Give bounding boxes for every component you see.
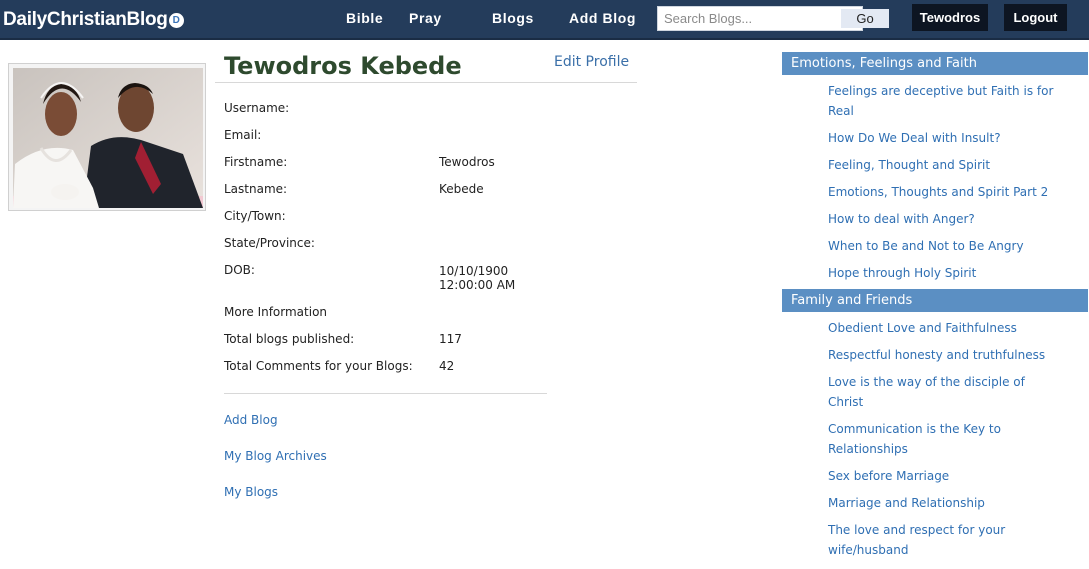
site-logo-text: DailyChristianBlog	[3, 9, 168, 30]
sidebar-post-link[interactable]: Feelings are deceptive but Faith is for …	[828, 81, 1058, 121]
field-lastname-value: Kebede	[439, 182, 484, 196]
sidebar-post-link[interactable]: Love is the way of the disciple of Chris…	[828, 372, 1058, 412]
field-username-label: Username:	[224, 101, 290, 115]
field-lastname-label: Lastname:	[224, 182, 288, 196]
profile-full-name: Tewodros Kebede	[224, 52, 462, 80]
field-total-comments-value: 42	[439, 359, 455, 373]
sidebar-post-link[interactable]: Respectful honesty and truthfulness	[828, 345, 1058, 365]
field-email-label: Email:	[224, 128, 262, 142]
sidebar-post-link[interactable]: Communication is the Key to Relationship…	[828, 419, 1058, 459]
sidebar-post-link[interactable]: How to deal with Anger?	[828, 209, 1058, 229]
sidebar-post-link[interactable]: When to Be and Not to Be Angry	[828, 236, 1058, 256]
field-more-info-label: More Information	[224, 305, 328, 319]
category-header-family[interactable]: Family and Friends	[782, 289, 1088, 312]
nav-pray-link[interactable]: Pray	[409, 10, 442, 26]
field-dob-label: DOB:	[224, 263, 255, 277]
field-city-label: City/Town:	[224, 209, 286, 223]
logout-button[interactable]: Logout	[1004, 4, 1067, 31]
nav-bible-link[interactable]: Bible	[346, 10, 383, 26]
sidebar-post-link[interactable]: Obedient Love and Faithfulness	[828, 318, 1058, 338]
search-bar: Go	[657, 6, 889, 31]
user-account-button[interactable]: Tewodros	[912, 4, 988, 31]
sidebar-post-link[interactable]: Emotions, Thoughts and Spirit Part 2	[828, 182, 1058, 202]
sidebar-post-link[interactable]: Sex before Marriage	[828, 466, 1058, 486]
top-navigation-bar: DailyChristianBlog D Bible Pray Blogs Add…	[0, 0, 1089, 40]
search-go-button[interactable]: Go	[841, 9, 889, 28]
info-divider	[224, 393, 547, 394]
field-total-blogs-label: Total blogs published:	[224, 332, 355, 346]
profile-photo-image	[13, 68, 203, 208]
field-state-label: State/Province:	[224, 236, 315, 250]
sidebar-post-link[interactable]: Hope through Holy Spirit	[828, 263, 1058, 283]
field-total-blogs-value: 117	[439, 332, 462, 346]
sidebar-post-link[interactable]: The love and respect for your wife/husba…	[828, 520, 1058, 560]
field-dob-value: 10/10/1900 12:00:00 AM	[439, 264, 516, 292]
profile-photo	[8, 63, 206, 211]
category-header-emotions[interactable]: Emotions, Feelings and Faith	[782, 52, 1088, 75]
my-blogs-link[interactable]: My Blogs	[224, 485, 278, 499]
name-divider	[215, 82, 637, 83]
nav-blogs-link[interactable]: Blogs	[492, 10, 534, 26]
edit-profile-link[interactable]: Edit Profile	[554, 54, 629, 70]
field-firstname-value: Tewodros	[439, 155, 495, 169]
add-blog-link[interactable]: Add Blog	[224, 413, 278, 427]
search-input[interactable]	[658, 7, 836, 30]
nav-add-blog-link[interactable]: Add Blog	[569, 10, 636, 26]
site-logo[interactable]: DailyChristianBlog D	[3, 9, 184, 31]
field-total-comments-label: Total Comments for your Blogs:	[224, 359, 413, 373]
logo-badge-icon: D	[168, 13, 184, 28]
sidebar-post-link[interactable]: How Do We Deal with Insult?	[828, 128, 1058, 148]
field-firstname-label: Firstname:	[224, 155, 288, 169]
my-blog-archives-link[interactable]: My Blog Archives	[224, 449, 327, 463]
sidebar-post-link[interactable]: Feeling, Thought and Spirit	[828, 155, 1058, 175]
sidebar-post-link[interactable]: Marriage and Relationship	[828, 493, 1058, 513]
